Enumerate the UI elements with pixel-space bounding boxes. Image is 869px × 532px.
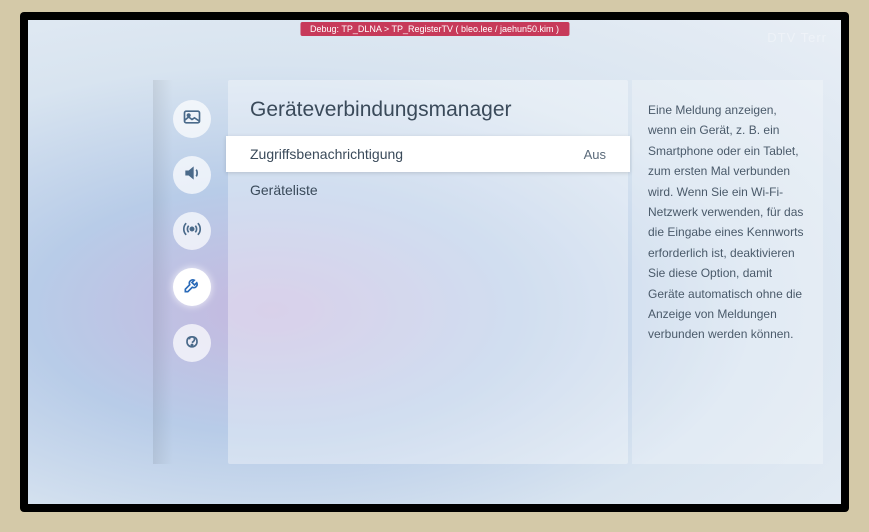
sidebar-item-picture[interactable] xyxy=(173,100,211,138)
settings-sidebar xyxy=(173,100,211,362)
broadcast-icon xyxy=(182,219,202,244)
debug-bar: Debug: TP_DLNA > TP_RegisterTV ( bleo.le… xyxy=(300,22,569,36)
sidebar-item-broadcast[interactable] xyxy=(173,212,211,250)
sidebar-item-support[interactable] xyxy=(173,324,211,362)
menu-item-label: Geräteliste xyxy=(250,182,318,198)
menu-item-label: Zugriffsbenachrichtigung xyxy=(250,146,403,162)
menu-item-device-list[interactable]: Geräteliste xyxy=(228,172,628,208)
tv-screen: Debug: TP_DLNA > TP_RegisterTV ( bleo.le… xyxy=(28,20,841,504)
support-icon xyxy=(182,331,202,356)
tv-frame: Debug: TP_DLNA > TP_RegisterTV ( bleo.le… xyxy=(20,12,849,512)
sidebar-item-general[interactable] xyxy=(173,268,211,306)
menu-item-access-notification[interactable]: Zugriffsbenachrichtigung Aus xyxy=(226,136,630,172)
panel-title: Geräteverbindungsmanager xyxy=(228,98,628,136)
signal-source-label: DTV Terr xyxy=(767,30,827,45)
picture-icon xyxy=(182,107,202,132)
shadow-divider xyxy=(153,80,173,464)
wrench-icon xyxy=(182,275,202,300)
menu-item-value: Aus xyxy=(584,147,606,162)
help-text: Eine Meldung anzeigen, wenn ein Gerät, z… xyxy=(648,100,807,345)
help-panel: Eine Meldung anzeigen, wenn ein Gerät, z… xyxy=(632,80,823,464)
sidebar-item-sound[interactable] xyxy=(173,156,211,194)
settings-main-panel: Geräteverbindungsmanager Zugriffsbenachr… xyxy=(228,80,628,464)
debug-text: Debug: TP_DLNA > TP_RegisterTV ( bleo.le… xyxy=(310,24,559,34)
sound-icon xyxy=(182,163,202,188)
